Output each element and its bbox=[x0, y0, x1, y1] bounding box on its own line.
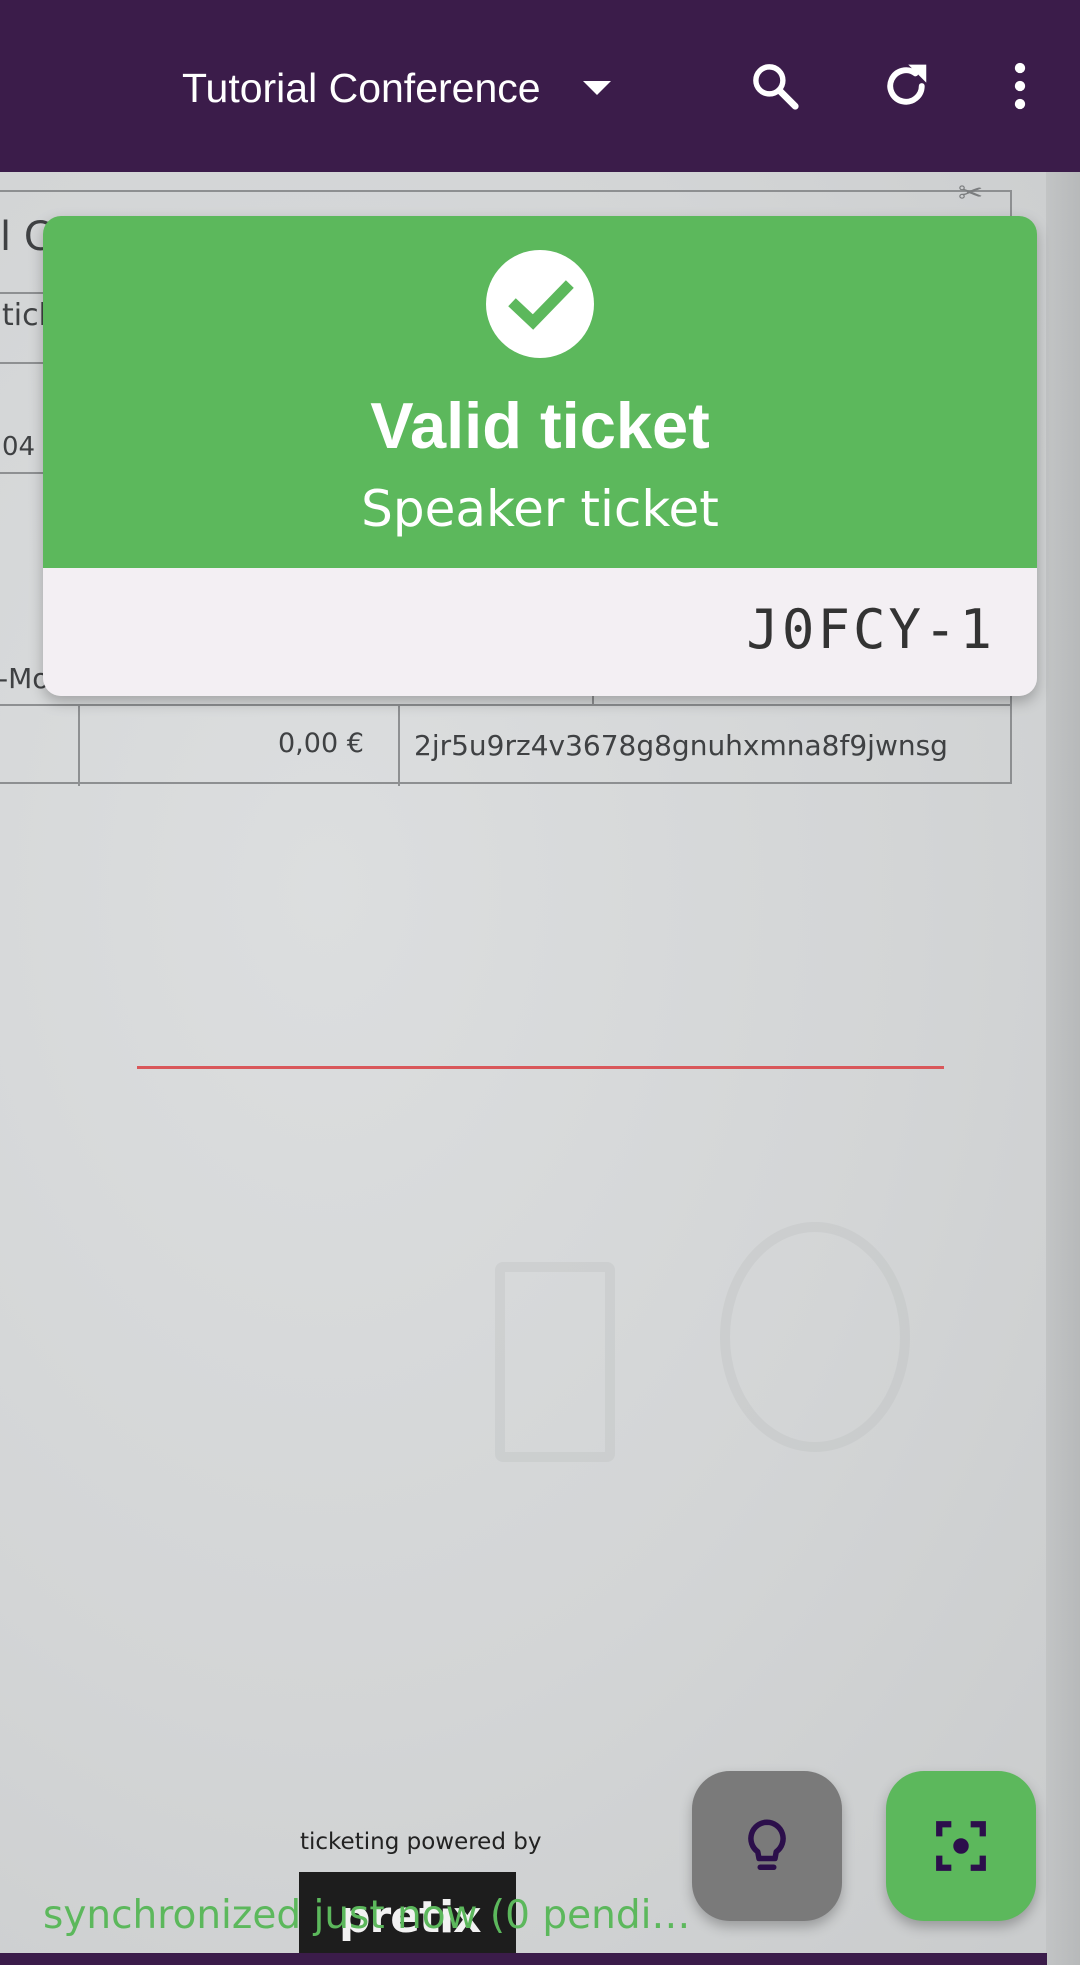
paper-edge bbox=[1046, 172, 1080, 1965]
sync-status: synchronized just now (0 pendi… bbox=[43, 1893, 691, 1938]
check-circle-icon bbox=[486, 250, 594, 358]
scissors-icon: ✂ bbox=[958, 176, 984, 211]
search-button[interactable] bbox=[735, 46, 815, 126]
result-header: Valid ticket Speaker ticket bbox=[43, 216, 1037, 568]
ticket-type: Speaker ticket bbox=[361, 480, 719, 538]
center-focus-icon bbox=[936, 1821, 986, 1871]
table-rule bbox=[0, 704, 1010, 706]
scan-result-card[interactable]: Valid ticket Speaker ticket J0FCY-1 bbox=[43, 216, 1037, 696]
powered-by-text: ticketing powered by bbox=[300, 1829, 542, 1855]
scan-line bbox=[137, 1066, 944, 1069]
table-rule bbox=[398, 704, 400, 786]
refresh-icon bbox=[887, 64, 927, 105]
refresh-button[interactable] bbox=[866, 46, 946, 126]
paper-fragment: -Mo bbox=[0, 662, 50, 695]
flashlight-button[interactable] bbox=[692, 1771, 842, 1921]
more-options-button[interactable] bbox=[980, 46, 1060, 126]
more-vertical-icon bbox=[1014, 62, 1026, 110]
result-footer: J0FCY-1 bbox=[43, 568, 1037, 696]
paper-price: 0,00 € bbox=[278, 728, 364, 759]
ticket-code: J0FCY-1 bbox=[746, 598, 995, 661]
scan-focus-button[interactable] bbox=[886, 1771, 1036, 1921]
event-selector[interactable]: Tutorial Conference bbox=[182, 58, 611, 118]
bottom-bar bbox=[0, 1953, 1047, 1965]
table-rule bbox=[78, 704, 80, 786]
result-title: Valid ticket bbox=[370, 389, 710, 462]
paper-secret: 2jr5u9rz4v3678g8gnuhxmna8f9jwnsg bbox=[414, 729, 948, 762]
ghost-print bbox=[720, 1222, 910, 1452]
app-toolbar: Tutorial Conference bbox=[0, 0, 1080, 172]
lightbulb-icon bbox=[748, 1819, 786, 1870]
search-icon bbox=[753, 64, 799, 110]
ghost-print bbox=[495, 1262, 615, 1462]
arrow-drop-down-icon bbox=[582, 81, 611, 95]
event-title: Tutorial Conference bbox=[182, 64, 541, 111]
